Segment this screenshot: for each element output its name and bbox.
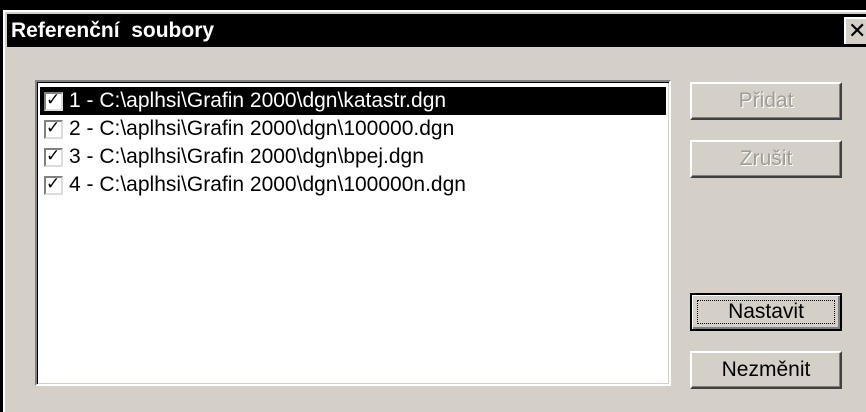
- cancel-button[interactable]: Nezměnit: [690, 351, 842, 389]
- file-checkbox[interactable]: ✓: [44, 173, 63, 195]
- reference-files-dialog: Referenční soubory ✕ ✓ 1 - C:\aplhsi\Gra…: [3, 10, 866, 412]
- add-button[interactable]: Přidat: [690, 82, 842, 120]
- list-item[interactable]: ✓ 3 - C:\aplhsi\Grafin 2000\dgn\bpej.dgn: [40, 143, 666, 171]
- file-path-label: 3 - C:\aplhsi\Grafin 2000\dgn\bpej.dgn: [69, 145, 424, 168]
- title-bar: Referenční soubory ✕: [7, 14, 866, 47]
- checkmark-icon: ✓: [46, 117, 61, 138]
- file-checkbox[interactable]: ✓: [44, 145, 63, 167]
- checkmark-icon: ✓: [46, 173, 61, 194]
- file-checkbox[interactable]: ✓: [44, 89, 63, 111]
- checkmark-icon: ✓: [46, 145, 61, 166]
- remove-button[interactable]: Zrušit: [690, 140, 842, 178]
- file-path-label: 2 - C:\aplhsi\Grafin 2000\dgn\100000.dgn: [69, 117, 455, 140]
- list-item[interactable]: ✓ 4 - C:\aplhsi\Grafin 2000\dgn\100000n.…: [40, 171, 666, 199]
- file-path-label: 4 - C:\aplhsi\Grafin 2000\dgn\100000n.dg…: [69, 173, 466, 196]
- reference-file-list[interactable]: ✓ 1 - C:\aplhsi\Grafin 2000\dgn\katastr.…: [35, 80, 671, 386]
- dialog-title: Referenční soubory: [11, 19, 215, 42]
- list-item[interactable]: ✓ 1 - C:\aplhsi\Grafin 2000\dgn\katastr.…: [40, 87, 666, 115]
- list-item[interactable]: ✓ 2 - C:\aplhsi\Grafin 2000\dgn\100000.d…: [40, 115, 666, 143]
- close-icon: ✕: [848, 18, 866, 43]
- file-checkbox[interactable]: ✓: [44, 117, 63, 139]
- close-button[interactable]: ✕: [844, 17, 866, 44]
- checkmark-icon: ✓: [46, 89, 61, 110]
- focus-rectangle: [697, 300, 835, 324]
- file-path-label: 1 - C:\aplhsi\Grafin 2000\dgn\katastr.dg…: [69, 89, 447, 113]
- set-button[interactable]: Nastavit: [690, 293, 842, 331]
